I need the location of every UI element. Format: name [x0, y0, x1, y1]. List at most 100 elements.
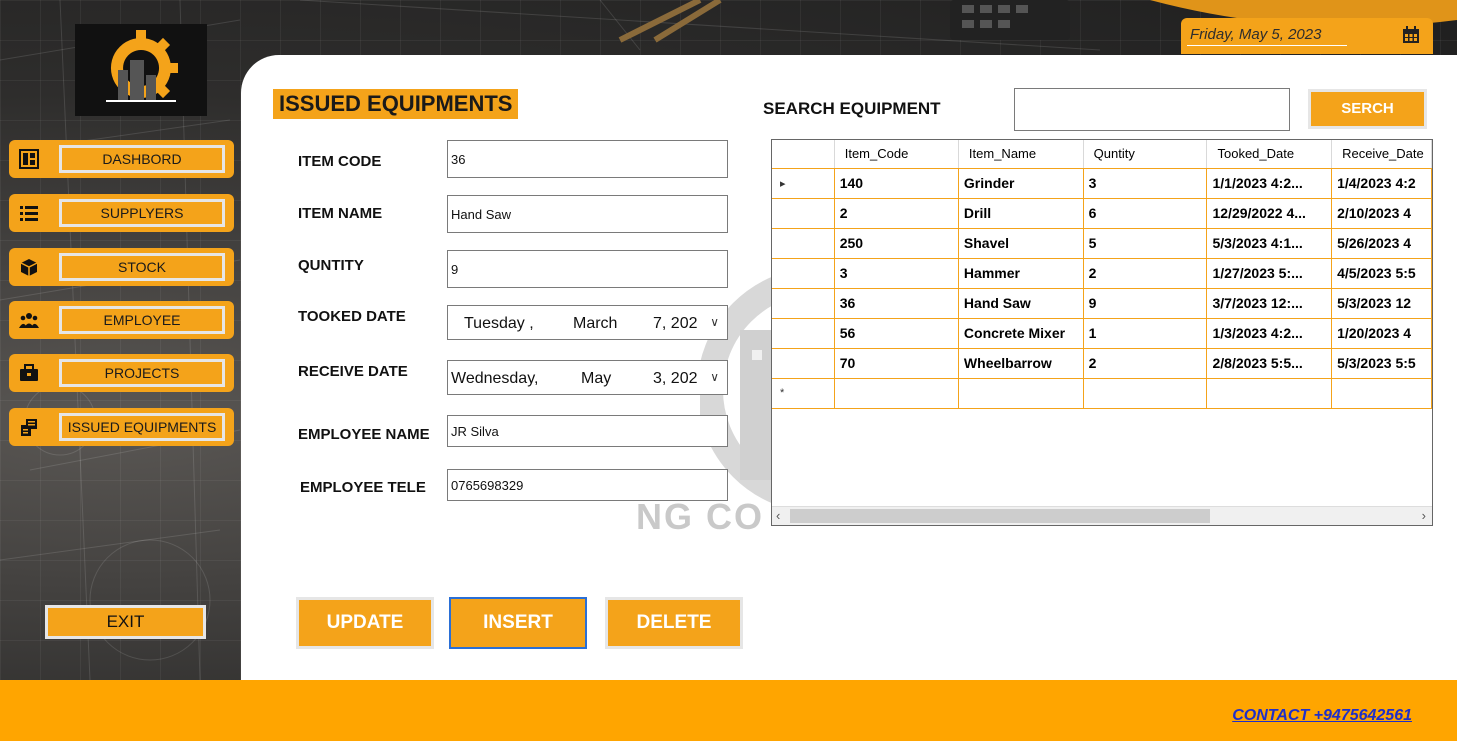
item-code-label: ITEM CODE [298, 153, 382, 170]
table-cell[interactable]: 1/1/2023 4:2... [1206, 168, 1333, 199]
search-label: SEARCH EQUIPMENT [763, 99, 941, 118]
quantity-field[interactable] [447, 250, 728, 288]
table-cell[interactable]: 5/26/2023 4 [1331, 228, 1432, 259]
table-cell[interactable]: 5/3/2023 5:5 [1331, 348, 1432, 379]
row-header-cell [772, 318, 835, 349]
receive-date-picker[interactable]: Wednesday, May 3, 202 ∨ [447, 360, 728, 395]
table-cell[interactable]: 2/10/2023 4 [1331, 198, 1432, 229]
table-cell[interactable]: 2 [1083, 348, 1208, 379]
receive-date-label: RECEIVE DATE [298, 363, 408, 380]
column-header[interactable]: Item_Code [834, 140, 959, 169]
dashboard-icon [19, 149, 39, 169]
quantity-label: QUNTITY [298, 257, 364, 274]
row-header-cell [772, 258, 835, 289]
column-header[interactable]: Quntity [1083, 140, 1208, 169]
equipment-table[interactable]: Item_Code Item_Name Quntity Tooked_Date … [771, 139, 1433, 526]
sidebar-item-dashboard[interactable]: DASHBORD [9, 140, 234, 178]
sidebar-item-issued-equipments[interactable]: ISSUED EQUIPMENTS [9, 408, 234, 446]
new-row[interactable]: * [772, 378, 1432, 409]
company-logo [75, 24, 207, 116]
table-row[interactable]: 36 Hand Saw 9 3/7/2023 12:... 5/3/2023 1… [772, 288, 1432, 319]
table-row[interactable]: 250 Shavel 5 5/3/2023 4:1... 5/26/2023 4 [772, 228, 1432, 259]
current-row-marker: ▸ [772, 168, 835, 199]
sidebar-item-projects[interactable]: PROJECTS [9, 354, 234, 392]
table-cell[interactable]: 1/27/2023 5:... [1206, 258, 1333, 289]
search-button[interactable]: SERCH [1308, 89, 1427, 129]
table-cell[interactable] [1331, 378, 1432, 409]
table-cell[interactable]: 9 [1083, 288, 1208, 319]
current-date: Friday, May 5, 2023 [1187, 24, 1347, 46]
table-cell[interactable]: 36 [834, 288, 959, 319]
column-header[interactable]: Receive_Date [1331, 140, 1432, 169]
chevron-down-icon[interactable]: ∨ [710, 370, 719, 384]
date-month: March [573, 315, 618, 332]
table-cell[interactable]: 1/20/2023 4 [1331, 318, 1432, 349]
table-cell[interactable]: Wheelbarrow [958, 348, 1084, 379]
date-day: Wednesday, [451, 370, 539, 387]
table-cell[interactable]: Concrete Mixer [958, 318, 1084, 349]
table-cell[interactable] [1083, 378, 1208, 409]
table-cell[interactable]: 5/3/2023 12 [1331, 288, 1432, 319]
contact-link[interactable]: CONTACT +9475642561 [1232, 707, 1412, 725]
page-title: ISSUED EQUIPMENTS [273, 89, 519, 119]
tooked-date-picker[interactable]: Tuesday , March 7, 202 ∨ [447, 305, 728, 340]
table-cell[interactable]: Drill [958, 198, 1084, 229]
sidebar-item-label: EMPLOYEE [59, 306, 225, 334]
horizontal-scrollbar[interactable]: ‹ › [772, 506, 1432, 525]
item-code-field[interactable] [447, 140, 728, 178]
table-cell[interactable]: 5 [1083, 228, 1208, 259]
table-cell[interactable]: 12/29/2022 4... [1206, 198, 1333, 229]
table-cell[interactable]: 1/3/2023 4:2... [1206, 318, 1333, 349]
table-cell[interactable]: 140 [834, 168, 959, 199]
boxes-icon [20, 259, 38, 276]
table-row[interactable]: 2 Drill 6 12/29/2022 4... 2/10/2023 4 [772, 198, 1432, 229]
footer-bar: CONTACT +9475642561 [0, 680, 1457, 741]
insert-button[interactable]: INSERT [449, 597, 587, 649]
table-row[interactable]: 70 Wheelbarrow 2 2/8/2023 5:5... 5/3/202… [772, 348, 1432, 379]
sidebar-item-label: ISSUED EQUIPMENTS [59, 413, 225, 441]
exit-button[interactable]: EXIT [45, 605, 206, 639]
table-cell[interactable]: 3 [834, 258, 959, 289]
sidebar-item-stock[interactable]: STOCK [9, 248, 234, 286]
scroll-right-icon[interactable]: › [1422, 508, 1426, 523]
table-cell[interactable]: 250 [834, 228, 959, 259]
table-cell[interactable] [1206, 378, 1333, 409]
column-header[interactable]: Tooked_Date [1206, 140, 1333, 169]
date-number: 7, 202 [653, 315, 698, 332]
table-row[interactable]: 3 Hammer 2 1/27/2023 5:... 4/5/2023 5:5 [772, 258, 1432, 289]
table-cell[interactable]: Hammer [958, 258, 1084, 289]
chevron-down-icon[interactable]: ∨ [710, 315, 719, 329]
table-cell[interactable]: Shavel [958, 228, 1084, 259]
search-input[interactable] [1014, 88, 1290, 131]
scrollbar-thumb[interactable] [790, 509, 1210, 523]
table-cell[interactable]: 3 [1083, 168, 1208, 199]
table-cell[interactable]: 6 [1083, 198, 1208, 229]
table-cell[interactable]: 1 [1083, 318, 1208, 349]
table-cell[interactable]: 2/8/2023 5:5... [1206, 348, 1333, 379]
table-cell[interactable]: Hand Saw [958, 288, 1084, 319]
employee-tele-field[interactable] [447, 469, 728, 501]
delete-button[interactable]: DELETE [605, 597, 743, 649]
table-cell[interactable]: 56 [834, 318, 959, 349]
scroll-left-icon[interactable]: ‹ [776, 508, 780, 523]
table-cell[interactable]: 5/3/2023 4:1... [1206, 228, 1333, 259]
table-cell[interactable]: 2 [1083, 258, 1208, 289]
item-name-field[interactable] [447, 195, 728, 233]
table-row[interactable]: ▸ 140 Grinder 3 1/1/2023 4:2... 1/4/2023… [772, 168, 1432, 199]
update-button[interactable]: UPDATE [296, 597, 434, 649]
sidebar-item-suppliers[interactable]: SUPPLYERS [9, 194, 234, 232]
table-cell[interactable]: Grinder [958, 168, 1084, 199]
date-day: Tuesday , [464, 315, 534, 332]
table-row[interactable]: 56 Concrete Mixer 1 1/3/2023 4:2... 1/20… [772, 318, 1432, 349]
table-cell[interactable] [958, 378, 1084, 409]
calendar-icon[interactable] [1401, 25, 1421, 45]
table-cell[interactable]: 70 [834, 348, 959, 379]
table-cell[interactable]: 2 [834, 198, 959, 229]
table-cell[interactable]: 1/4/2023 4:2 [1331, 168, 1432, 199]
sidebar-item-employee[interactable]: EMPLOYEE [9, 301, 234, 339]
column-header[interactable]: Item_Name [958, 140, 1084, 169]
table-cell[interactable]: 4/5/2023 5:5 [1331, 258, 1432, 289]
table-cell[interactable] [834, 378, 959, 409]
employee-name-field[interactable] [447, 415, 728, 447]
table-cell[interactable]: 3/7/2023 12:... [1206, 288, 1333, 319]
